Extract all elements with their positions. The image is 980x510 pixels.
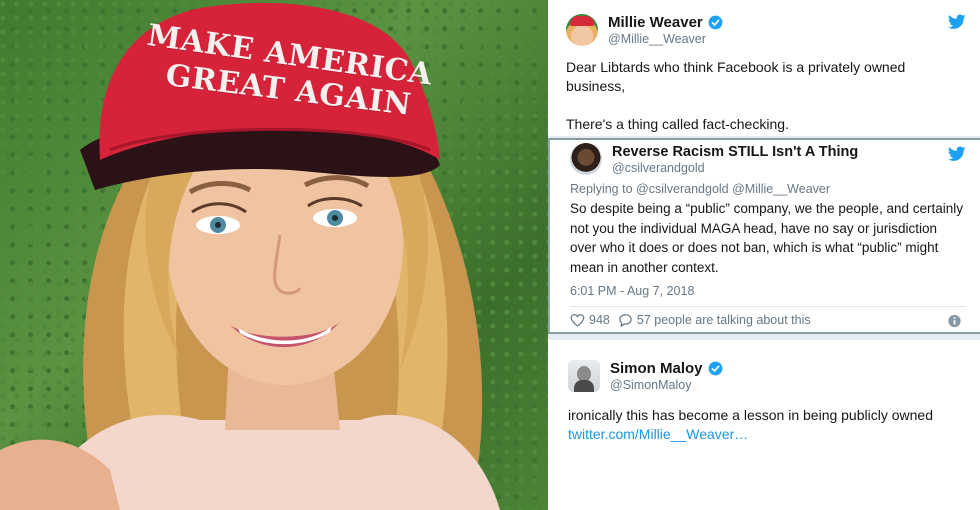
conversation-link[interactable]: 57 people are talking about this [618, 313, 811, 327]
info-icon[interactable] [947, 314, 962, 328]
tweet-timestamp[interactable]: 6:01 PM - Aug 7, 2018 [570, 284, 966, 298]
tweet-text-paragraph: Dear Libtards who think Facebook is a pr… [566, 59, 906, 94]
tweet-card-simon[interactable]: Simon Maloy @SimonMaloy ironically this … [548, 340, 980, 510]
tweet-card-reply[interactable]: Reverse Racism STILL Isn't A Thing @csil… [548, 138, 980, 334]
replying-to: Replying to @csilverandgold @Millie__Wea… [570, 182, 966, 196]
tweet-text: ironically this has become a lesson in b… [568, 406, 966, 444]
tweet-author: Simon Maloy @SimonMaloy [610, 360, 723, 393]
avatar[interactable] [568, 360, 600, 392]
tweet-header: Millie Weaver @Millie__Weaver [566, 10, 966, 50]
avatar[interactable] [570, 143, 602, 175]
author-name-row: Millie Weaver [608, 14, 723, 31]
selfie-photo: MAKE AMERICA GREAT AGAIN [0, 0, 548, 510]
reply-bubble-icon [619, 314, 632, 327]
like-button[interactable]: 948 [570, 313, 610, 327]
author-name[interactable]: Millie Weaver [608, 14, 703, 31]
verified-badge-icon [708, 15, 723, 30]
tweet-text: So despite being a “public” company, we … [570, 201, 963, 275]
tweet-card-millie[interactable]: Millie Weaver @Millie__Weaver Dear Libta… [548, 0, 980, 136]
conversation-text: 57 people are talking about this [636, 313, 811, 327]
replying-to-mentions[interactable]: @csilverandgold @Millie__Weaver [636, 182, 830, 196]
divider [570, 306, 966, 307]
tweet-header: Reverse Racism STILL Isn't A Thing @csil… [570, 142, 966, 176]
avatar[interactable] [566, 14, 598, 46]
tweets-column: Millie Weaver @Millie__Weaver Dear Libta… [548, 0, 980, 510]
author-name-row: Simon Maloy [610, 360, 723, 377]
heart-icon [570, 314, 585, 327]
replying-to-label: Replying to [570, 182, 633, 196]
twitter-bird-icon[interactable] [948, 14, 966, 30]
tweet-author: Millie Weaver @Millie__Weaver [608, 14, 723, 47]
author-name[interactable]: Reverse Racism STILL Isn't A Thing [612, 144, 858, 161]
tweet-text-paragraph: There's a thing called fact-checking. [566, 116, 789, 132]
author-handle[interactable]: @Millie__Weaver [608, 32, 723, 46]
tweet-header: Simon Maloy @SimonMaloy [568, 356, 966, 396]
tweet-stats: 948 57 people are talking about this [570, 313, 966, 328]
author-handle[interactable]: @SimonMaloy [610, 378, 723, 392]
tweet-author: Reverse Racism STILL Isn't A Thing @csil… [612, 143, 858, 176]
like-count: 948 [589, 313, 610, 327]
tweet-text-body: ironically this has become a lesson in b… [568, 407, 933, 423]
tweet-text: Dear Libtards who think Facebook is a pr… [566, 58, 966, 134]
tweet-link[interactable]: twitter.com/Millie__Weaver… [568, 425, 966, 444]
author-handle[interactable]: @csilverandgold [612, 161, 858, 175]
verified-badge-icon [708, 361, 722, 376]
twitter-bird-icon[interactable] [948, 146, 966, 162]
author-name[interactable]: Simon Maloy [610, 360, 703, 377]
